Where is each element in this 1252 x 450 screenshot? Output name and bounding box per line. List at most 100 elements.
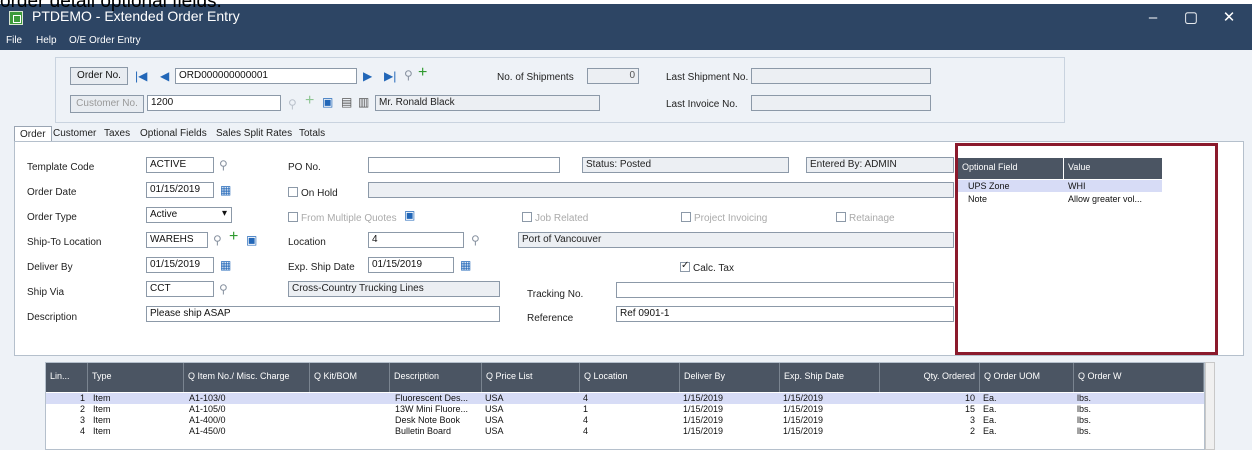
delete-icon[interactable]: ▥ <box>358 95 369 109</box>
grid-cell-uom[interactable]: Ea. <box>980 415 1074 426</box>
grid-header-location[interactable]: Q Location <box>580 363 680 392</box>
job-related-checkbox[interactable]: Job Related <box>522 212 588 224</box>
grid-cell-description[interactable]: Fluorescent Des... <box>392 393 482 404</box>
from-multiple-quotes-check[interactable] <box>288 212 298 222</box>
tab-customer[interactable]: Customer <box>48 126 101 142</box>
grid-cell-weight[interactable]: lbs. <box>1074 426 1204 437</box>
grid-header-qty-ordered[interactable]: Qty. Ordered <box>880 363 980 392</box>
on-hold-checkbox[interactable]: On Hold <box>288 187 338 199</box>
grid-cell-item[interactable]: A1-103/0 <box>186 393 310 404</box>
grid-cell-line[interactable]: 4 <box>46 426 88 437</box>
optional-value-cell[interactable]: Allow greater vol... <box>1064 193 1162 205</box>
grid-cell-weight[interactable]: lbs. <box>1074 393 1204 404</box>
retainage-checkbox[interactable]: Retainage <box>836 212 895 224</box>
job-related-check[interactable] <box>522 212 532 222</box>
last-record-icon[interactable]: ▶| <box>384 69 396 83</box>
ship-via-search-icon[interactable]: ⚲ <box>219 282 228 296</box>
quotes-zoom-icon[interactable]: ▣ <box>404 208 415 222</box>
grid-cell-exp-ship[interactable]: 1/15/2019 <box>780 393 880 404</box>
order-date-calendar-icon[interactable]: ▦ <box>220 183 231 197</box>
grid-header-deliver-by[interactable]: Deliver By <box>680 363 780 392</box>
optional-field-cell[interactable]: UPS Zone <box>964 180 1064 192</box>
deliver-by-calendar-icon[interactable]: ▦ <box>220 258 231 272</box>
grid-header-order-weight[interactable]: Q Order W <box>1074 363 1204 392</box>
previous-record-icon[interactable]: ◀ <box>160 69 169 83</box>
grid-cell-description[interactable]: 13W Mini Fluore... <box>392 404 482 415</box>
grid-cell-line[interactable]: 2 <box>46 404 88 415</box>
grid-cell-price-list[interactable]: USA <box>482 426 580 437</box>
grid-cell-deliver-by[interactable]: 1/15/2019 <box>680 426 780 437</box>
ship-to-field[interactable]: WAREHS <box>146 232 208 248</box>
grid-cell-description[interactable]: Bulletin Board <box>392 426 482 437</box>
tab-rates[interactable]: Rates <box>261 126 297 142</box>
grid-cell-deliver-by[interactable]: 1/15/2019 <box>680 415 780 426</box>
grid-cell-type[interactable]: Item <box>90 415 184 426</box>
tab-taxes[interactable]: Taxes <box>99 126 135 142</box>
exp-ship-calendar-icon[interactable]: ▦ <box>460 258 471 272</box>
grid-header-kit-bom[interactable]: Q Kit/BOM <box>310 363 390 392</box>
close-button[interactable]: ✕ <box>1206 5 1252 31</box>
grid-cell-location[interactable]: 4 <box>580 415 680 426</box>
description-field[interactable]: Please ship ASAP <box>146 306 500 322</box>
grid-cell-line[interactable]: 3 <box>46 415 88 426</box>
ship-via-field[interactable]: CCT <box>146 281 214 297</box>
location-search-icon[interactable]: ⚲ <box>471 233 480 247</box>
grid-header-line[interactable]: Lin... <box>46 363 88 392</box>
grid-cell-item[interactable]: A1-105/0 <box>186 404 310 415</box>
grid-header-exp-ship[interactable]: Exp. Ship Date <box>780 363 880 392</box>
project-invoicing-checkbox[interactable]: Project Invoicing <box>681 212 767 224</box>
customer-search-icon[interactable]: ⚲ <box>288 97 297 111</box>
grid-cell-description[interactable]: Desk Note Book <box>392 415 482 426</box>
grid-header-type[interactable]: Type <box>88 363 184 392</box>
location-field[interactable]: 4 <box>368 232 464 248</box>
exp-ship-field[interactable]: 01/15/2019 <box>368 257 454 273</box>
po-field[interactable] <box>368 157 560 173</box>
grid-cell-price-list[interactable]: USA <box>482 404 580 415</box>
grid-cell-item[interactable]: A1-450/0 <box>186 426 310 437</box>
grid-cell-qty[interactable]: 10 <box>880 393 978 404</box>
grid-cell-price-list[interactable]: USA <box>482 415 580 426</box>
customer-no-button[interactable]: Customer No. <box>70 95 144 113</box>
optional-value-cell[interactable]: WHI <box>1064 180 1162 192</box>
on-hold-check[interactable] <box>288 187 298 197</box>
order-no-field[interactable]: ORD000000000001 <box>175 68 357 84</box>
menu-oe-order-entry[interactable]: O/E Order Entry <box>69 35 141 46</box>
tab-sales-split[interactable]: Sales Split <box>211 126 268 142</box>
tab-totals[interactable]: Totals <box>294 126 330 142</box>
grid-cell-deliver-by[interactable]: 1/15/2019 <box>680 404 780 415</box>
grid-cell-deliver-by[interactable]: 1/15/2019 <box>680 393 780 404</box>
template-code-field[interactable]: ACTIVE <box>146 157 214 173</box>
grid-cell-weight[interactable]: lbs. <box>1074 404 1204 415</box>
grid-cell-exp-ship[interactable]: 1/15/2019 <box>780 404 880 415</box>
grid-cell-item[interactable]: A1-400/0 <box>186 415 310 426</box>
customer-zoom-icon[interactable]: ▣ <box>322 95 333 109</box>
grid-cell-type[interactable]: Item <box>90 393 184 404</box>
optional-field-header[interactable]: Optional Field <box>958 158 1063 179</box>
retainage-check[interactable] <box>836 212 846 222</box>
grid-cell-qty[interactable]: 2 <box>880 426 978 437</box>
grid-cell-exp-ship[interactable]: 1/15/2019 <box>780 426 880 437</box>
grid-cell-uom[interactable]: Ea. <box>980 426 1074 437</box>
grid-header-order-uom[interactable]: Q Order UOM <box>980 363 1074 392</box>
grid-header-description[interactable]: Description <box>390 363 482 392</box>
optional-field-cell[interactable]: Note <box>964 193 1064 205</box>
grid-cell-location[interactable]: 4 <box>580 393 680 404</box>
order-no-button[interactable]: Order No. <box>70 67 128 85</box>
grid-scrollbar[interactable] <box>1205 362 1215 450</box>
grid-cell-location[interactable]: 4 <box>580 426 680 437</box>
tab-optional-fields[interactable]: Optional Fields <box>135 126 212 142</box>
grid-header-item-no[interactable]: Q Item No./ Misc. Charge <box>184 363 310 392</box>
add-icon[interactable]: + <box>418 65 427 81</box>
grid-cell-qty[interactable]: 3 <box>880 415 978 426</box>
grid-cell-uom[interactable]: Ea. <box>980 404 1074 415</box>
tracking-field[interactable] <box>616 282 954 298</box>
grid-cell-type[interactable]: Item <box>90 426 184 437</box>
calc-tax-check[interactable] <box>680 260 690 272</box>
order-type-select[interactable]: Active ▾ <box>146 207 232 223</box>
search-icon[interactable]: ⚲ <box>404 68 413 82</box>
deliver-by-field[interactable]: 01/15/2019 <box>146 257 214 273</box>
next-record-icon[interactable]: ▶ <box>363 69 372 83</box>
customer-add-icon[interactable]: + <box>305 93 314 109</box>
menu-file[interactable]: File <box>6 35 22 46</box>
reference-field[interactable]: Ref 0901-1 <box>616 306 954 322</box>
